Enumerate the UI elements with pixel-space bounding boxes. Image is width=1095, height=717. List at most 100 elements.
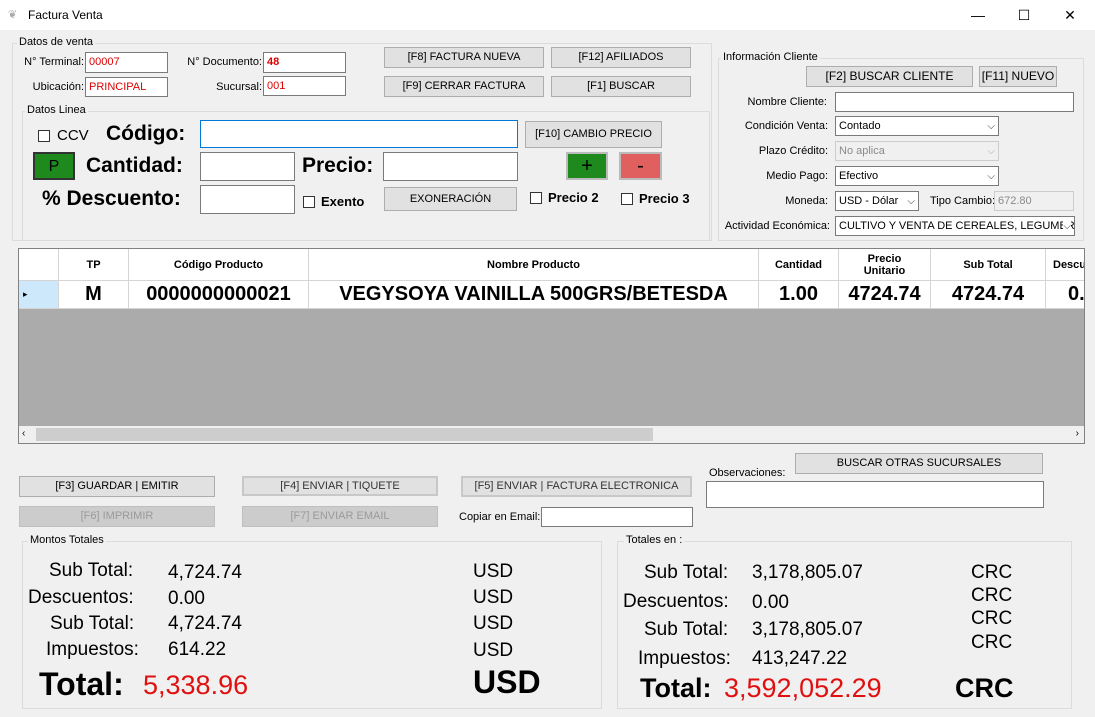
totales-currency-2: CRC: [971, 585, 1013, 606]
grid-header-codigo[interactable]: Código Producto: [129, 249, 309, 281]
observaciones-input[interactable]: [706, 481, 1044, 508]
exento-label: Exento: [321, 194, 365, 209]
grid-header-nombre[interactable]: Nombre Producto: [309, 249, 759, 281]
condicion-venta-select[interactable]: Contado ⌵: [835, 116, 999, 136]
grid-header-precio[interactable]: Precio Unitario: [839, 249, 931, 281]
cell-precio[interactable]: 4724.74: [839, 281, 931, 309]
grid-header-precio-line2: Unitario: [863, 264, 906, 277]
documento-field[interactable]: 48: [263, 52, 346, 73]
cell-cantidad[interactable]: 1.00: [759, 281, 839, 309]
cell-nombre[interactable]: VEGYSOYA VAINILLA 500GRS/BETESDA: [309, 281, 759, 309]
montos-total-value: 5,338.96: [143, 670, 249, 700]
actividad-value: CULTIVO Y VENTA DE CEREALES, LEGUMBRES: [839, 220, 1075, 232]
scroll-left-icon[interactable]: ‹: [22, 428, 25, 439]
totales-currency-1: CRC: [971, 562, 1013, 583]
cantidad-input[interactable]: [200, 152, 295, 181]
row-selector-arrow-icon[interactable]: ▸: [19, 281, 59, 309]
totales-total-currency: CRC: [955, 673, 1014, 703]
cell-descuento[interactable]: 0.00: [1046, 281, 1084, 309]
plazo-credito-value: No aplica: [839, 145, 885, 157]
medio-pago-select[interactable]: Efectivo ⌵: [835, 166, 999, 186]
exoneracion-button[interactable]: EXONERACIÓN: [384, 187, 517, 211]
enviar-tiquete-button[interactable]: [F4] ENVIAR | TIQUETE: [242, 476, 438, 496]
close-button[interactable]: ✕: [1047, 0, 1093, 30]
grid-row-header-corner: [19, 249, 59, 281]
descuento-label: % Descuento:: [42, 187, 181, 210]
precio2-checkbox[interactable]: [530, 192, 542, 204]
montos-currency-4: USD: [473, 640, 514, 661]
tipo-cambio-label: Tipo Cambio:: [930, 195, 996, 207]
app-icon: ❦: [8, 9, 18, 21]
grid-horizontal-scrollbar[interactable]: ‹ ›: [19, 426, 1084, 443]
ccv-checkbox[interactable]: [38, 130, 50, 142]
observaciones-label: Observaciones:: [709, 467, 786, 479]
montos-total-currency: USD: [473, 664, 541, 700]
chevron-down-icon: ⌵: [907, 196, 915, 207]
totales-descuentos-label: Descuentos:: [623, 591, 729, 612]
exento-checkbox[interactable]: [303, 196, 315, 208]
moneda-value: USD - Dólar: [839, 195, 899, 207]
terminal-label: N° Terminal:: [24, 56, 84, 68]
cell-codigo[interactable]: 0000000000021: [129, 281, 309, 309]
grid-header-precio-line1: Precio: [867, 252, 902, 265]
scroll-right-icon[interactable]: ›: [1076, 428, 1079, 439]
actividad-select[interactable]: CULTIVO Y VENTA DE CEREALES, LEGUMBRES ⌵: [835, 216, 1075, 236]
remove-line-button[interactable]: -: [619, 152, 662, 180]
scrollbar-thumb[interactable]: [36, 428, 653, 441]
montos-subtotal2-value: 4,724.74: [168, 613, 242, 634]
buscar-sucursales-button[interactable]: BUSCAR OTRAS SUCURSALES: [795, 453, 1043, 474]
chevron-down-icon: ⌵: [987, 121, 995, 132]
plazo-credito-label: Plazo Crédito:: [758, 145, 828, 157]
buscar-cliente-button[interactable]: [F2] BUSCAR CLIENTE: [806, 66, 973, 87]
grid-header-descuento[interactable]: Descuento: [1046, 249, 1084, 281]
chevron-down-icon: ⌵: [1063, 219, 1071, 234]
precio3-checkbox[interactable]: [621, 193, 633, 205]
minimize-button[interactable]: —: [955, 0, 1001, 30]
terminal-field[interactable]: 00007: [85, 52, 168, 73]
totales-descuentos-value: 0.00: [752, 592, 789, 613]
sucursal-label: Sucursal:: [216, 81, 262, 93]
montos-impuestos-value: 614.22: [168, 639, 227, 660]
montos-currency-3: USD: [473, 613, 514, 634]
precio2-label: Precio 2: [548, 190, 599, 205]
nuevo-cliente-button[interactable]: [F11] NUEVO: [979, 66, 1057, 87]
guardar-emitir-button[interactable]: [F3] GUARDAR | EMITIR: [19, 476, 215, 497]
grid-header-tp[interactable]: TP: [59, 249, 129, 281]
totales-impuestos-label: Impuestos:: [638, 648, 731, 669]
cliente-label: Información Cliente: [721, 51, 820, 63]
nombre-cliente-label: Nombre Cliente:: [747, 96, 827, 108]
grid-header-subtotal[interactable]: Sub Total: [931, 249, 1046, 281]
enviar-factura-button[interactable]: [F5] ENVIAR | FACTURA ELECTRONICA: [461, 476, 692, 497]
p-button[interactable]: P: [33, 152, 75, 180]
ubicacion-field[interactable]: PRINCIPAL: [85, 77, 168, 97]
afiliados-button[interactable]: [F12] AFILIADOS: [551, 47, 691, 68]
cell-subtotal[interactable]: 4724.74: [931, 281, 1046, 309]
codigo-label: Código:: [106, 122, 186, 145]
add-line-button[interactable]: +: [566, 152, 608, 180]
condicion-venta-label: Condición Venta:: [744, 120, 828, 132]
factura-nueva-button[interactable]: [F8] FACTURA NUEVA: [384, 47, 544, 68]
maximize-button[interactable]: ☐: [1001, 0, 1047, 30]
invoice-lines-grid[interactable]: TP Código Producto Nombre Producto Canti…: [18, 248, 1085, 444]
cell-tp[interactable]: M: [59, 281, 129, 309]
buscar-button[interactable]: [F1] BUSCAR: [551, 76, 691, 97]
imprimir-button[interactable]: [F6] IMPRIMIR: [19, 506, 215, 527]
precio-label: Precio:: [302, 154, 374, 177]
moneda-select[interactable]: USD - Dólar ⌵: [835, 191, 919, 211]
descuento-input[interactable]: [200, 185, 295, 214]
montos-impuestos-label: Impuestos:: [46, 639, 139, 660]
cerrar-factura-button[interactable]: [F9] CERRAR FACTURA: [384, 76, 544, 97]
precio-input[interactable]: [383, 152, 518, 181]
moneda-label: Moneda:: [785, 195, 828, 207]
copiar-email-input[interactable]: [541, 507, 693, 527]
title-bar: [0, 0, 1095, 30]
nombre-cliente-input[interactable]: [835, 92, 1074, 112]
sucursal-field[interactable]: 001: [263, 76, 346, 96]
enviar-email-button[interactable]: [F7] ENVIAR EMAIL: [242, 506, 438, 527]
copiar-email-label: Copiar en Email:: [459, 511, 541, 523]
codigo-input[interactable]: [200, 120, 518, 148]
totales-en-label: Totales en :: [624, 534, 685, 546]
grid-header-cantidad[interactable]: Cantidad: [759, 249, 839, 281]
cambio-precio-button[interactable]: [F10] CAMBIO PRECIO: [525, 121, 662, 148]
montos-currency-2: USD: [473, 587, 514, 608]
